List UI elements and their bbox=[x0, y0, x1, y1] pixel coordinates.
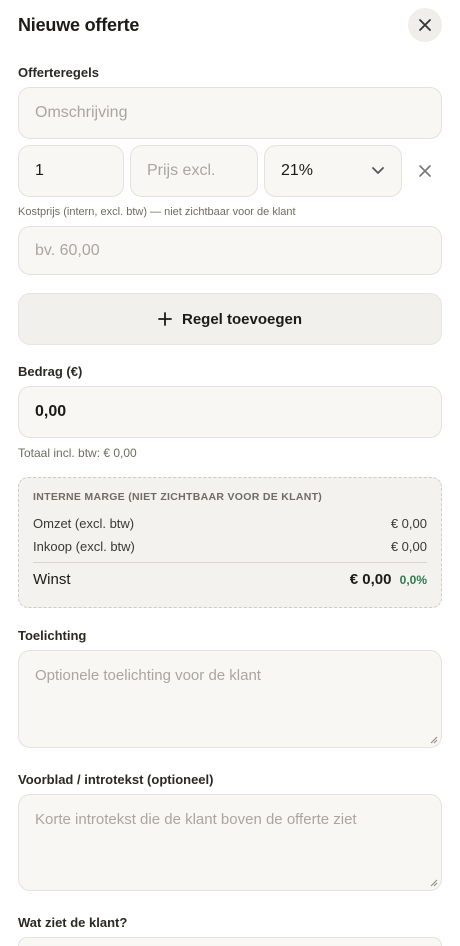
remove-line-button[interactable] bbox=[418, 164, 432, 183]
close-icon bbox=[419, 19, 431, 31]
notes-placeholder: Optionele toelichting voor de klant bbox=[35, 667, 261, 684]
cost-input[interactable]: bv. 60,00 bbox=[18, 226, 442, 275]
add-line-button[interactable]: Regel toevoegen bbox=[18, 293, 442, 345]
quantity-input[interactable]: 1 bbox=[18, 145, 124, 197]
revenue-row: Omzet (excl. btw) € 0,00 bbox=[33, 516, 427, 531]
revenue-label: Omzet (excl. btw) bbox=[33, 516, 135, 531]
add-line-label: Regel toevoegen bbox=[181, 310, 303, 328]
resize-grip-icon[interactable] bbox=[430, 879, 438, 887]
margin-header: INTERNE MARGE (NIET ZICHTBAAR VOOR DE KL… bbox=[33, 491, 323, 503]
internal-margin-panel: INTERNE MARGE (NIET ZICHTBAAR VOOR DE KL… bbox=[18, 477, 442, 608]
resize-grip-icon[interactable] bbox=[430, 736, 438, 744]
notes-label: Toelichting bbox=[18, 628, 87, 643]
margin-divider bbox=[33, 562, 427, 563]
purchase-label: Inkoop (excl. btw) bbox=[33, 539, 135, 554]
modal-header: Nieuwe offerte bbox=[18, 8, 442, 42]
intro-textarea[interactable]: Korte introtekst die de klant boven de o… bbox=[18, 794, 442, 891]
quantity-value: 1 bbox=[35, 162, 44, 179]
profit-label: Winst bbox=[33, 571, 71, 588]
purchase-value: € 0,00 bbox=[390, 539, 427, 554]
price-placeholder: Prijs excl. bbox=[147, 162, 216, 179]
plus-icon bbox=[158, 312, 172, 326]
vat-value: 21% bbox=[281, 162, 314, 179]
total-incl-vat: Totaal incl. btw: € 0,00 bbox=[18, 446, 137, 460]
lines-label: Offerteregels bbox=[18, 65, 99, 80]
remove-icon bbox=[419, 165, 431, 177]
modal-title: Nieuwe offerte bbox=[18, 14, 140, 35]
notes-textarea[interactable]: Optionele toelichting voor de klant bbox=[18, 650, 442, 748]
amount-input[interactable]: 0,00 bbox=[18, 386, 442, 438]
revenue-value: € 0,00 bbox=[390, 516, 427, 531]
profit-percentage: 0,0% bbox=[399, 573, 427, 587]
description-input[interactable]: Omschrijving bbox=[18, 87, 442, 139]
price-input[interactable]: Prijs excl. bbox=[130, 145, 258, 197]
cost-label: Kostprijs (intern, excl. btw) — niet zic… bbox=[18, 206, 296, 218]
vat-select[interactable]: 21% bbox=[264, 145, 402, 197]
intro-placeholder: Korte introtekst die de klant boven de o… bbox=[35, 811, 357, 828]
close-button[interactable] bbox=[408, 8, 442, 42]
visibility-label: Wat ziet de klant? bbox=[18, 915, 128, 930]
visibility-field[interactable] bbox=[18, 937, 442, 946]
chevron-down-icon bbox=[372, 167, 384, 174]
amount-value: 0,00 bbox=[35, 403, 67, 420]
cost-placeholder: bv. 60,00 bbox=[35, 241, 100, 259]
profit-row: Winst € 0,00 0,0% bbox=[33, 571, 427, 588]
purchase-row: Inkoop (excl. btw) € 0,00 bbox=[33, 539, 427, 554]
description-placeholder: Omschrijving bbox=[35, 104, 128, 121]
intro-label: Voorblad / introtekst (optioneel) bbox=[18, 772, 214, 787]
amount-label: Bedrag (€) bbox=[18, 364, 83, 379]
profit-value: € 0,00 bbox=[349, 571, 392, 588]
